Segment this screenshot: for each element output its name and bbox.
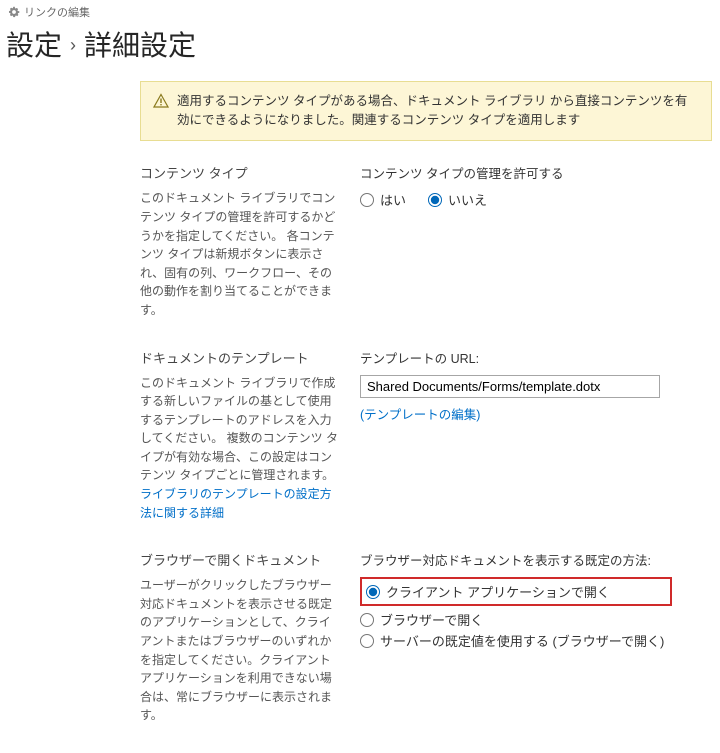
radio-server[interactable] (360, 634, 374, 648)
radio-no[interactable] (428, 193, 442, 207)
section-desc: このドキュメント ライブラリでコンテンツ タイプの管理を許可するかどうかを指定し… (140, 189, 340, 319)
chevron-right-icon: › (68, 35, 78, 57)
breadcrumb-item-settings[interactable]: 設定 (6, 29, 62, 63)
radio-option-no[interactable]: いいえ (428, 190, 487, 209)
radio-client-label: クライアント アプリケーションで開く (386, 582, 610, 601)
radio-browser[interactable] (360, 613, 374, 627)
breadcrumb: 設定 › 詳細設定 (0, 23, 720, 81)
radio-yes[interactable] (360, 193, 374, 207)
highlighted-option: クライアント アプリケーションで開く (360, 577, 672, 606)
edit-links-label: リンクの編集 (24, 4, 90, 20)
template-url-input[interactable] (360, 375, 660, 398)
radio-yes-label: はい (380, 190, 406, 209)
field-label-allow-ct: コンテンツ タイプの管理を許可する (360, 163, 712, 182)
radio-group-open-in: クライアント アプリケーションで開く ブラウザーで開く サーバーの既定値を使用す… (360, 577, 712, 650)
edit-template-link[interactable]: (テンプレートの編集) (360, 408, 480, 422)
content-area: 適用するコンテンツ タイプがある場合、ドキュメント ライブラリ から直接コンテン… (140, 81, 720, 753)
section-desc: このドキュメント ライブラリで作成する新しいファイルの基として使用するテンプレー… (140, 374, 340, 523)
radio-client[interactable] (366, 585, 380, 599)
radio-no-label: いいえ (448, 190, 487, 209)
radio-browser-label: ブラウザーで開く (380, 610, 483, 629)
notice-banner: 適用するコンテンツ タイプがある場合、ドキュメント ライブラリ から直接コンテン… (140, 81, 712, 142)
radio-option-client[interactable]: クライアント アプリケーションで開く (366, 582, 610, 601)
radio-option-yes[interactable]: はい (360, 190, 406, 209)
section-content-type: コンテンツ タイプ このドキュメント ライブラリでコンテンツ タイプの管理を許可… (140, 163, 712, 347)
template-help-link[interactable]: ライブラリのテンプレートの設定方法に関する詳細 (140, 487, 332, 520)
field-label-template-url: テンプレートの URL: (360, 348, 712, 367)
notice-text: 適用するコンテンツ タイプがある場合、ドキュメント ライブラリ から直接コンテン… (177, 92, 699, 131)
edit-link-bar: リンクの編集 (0, 0, 720, 23)
field-label-open-default: ブラウザー対応ドキュメントを表示する既定の方法: (360, 550, 712, 569)
warning-icon (153, 93, 169, 109)
radio-server-label: サーバーの既定値を使用する (ブラウザーで開く) (380, 631, 664, 650)
radio-option-server[interactable]: サーバーの既定値を使用する (ブラウザーで開く) (360, 631, 712, 650)
radio-group-allow-ct: はい いいえ (360, 190, 712, 209)
radio-option-browser[interactable]: ブラウザーで開く (360, 610, 712, 629)
section-title: ドキュメントのテンプレート (140, 348, 340, 367)
section-title: ブラウザーで開くドキュメント (140, 550, 340, 569)
section-open-in: ブラウザーで開くドキュメント ユーザーがクリックしたブラウザー対応ドキュメントを… (140, 550, 712, 753)
section-desc: ユーザーがクリックしたブラウザー対応ドキュメントを表示させる既定のアプリケーショ… (140, 576, 340, 725)
gear-icon (8, 6, 20, 18)
breadcrumb-item-advanced: 詳細設定 (84, 29, 196, 63)
edit-links-link[interactable]: リンクの編集 (8, 4, 90, 20)
section-template: ドキュメントのテンプレート このドキュメント ライブラリで作成する新しいファイル… (140, 348, 712, 551)
section-title: コンテンツ タイプ (140, 163, 340, 182)
